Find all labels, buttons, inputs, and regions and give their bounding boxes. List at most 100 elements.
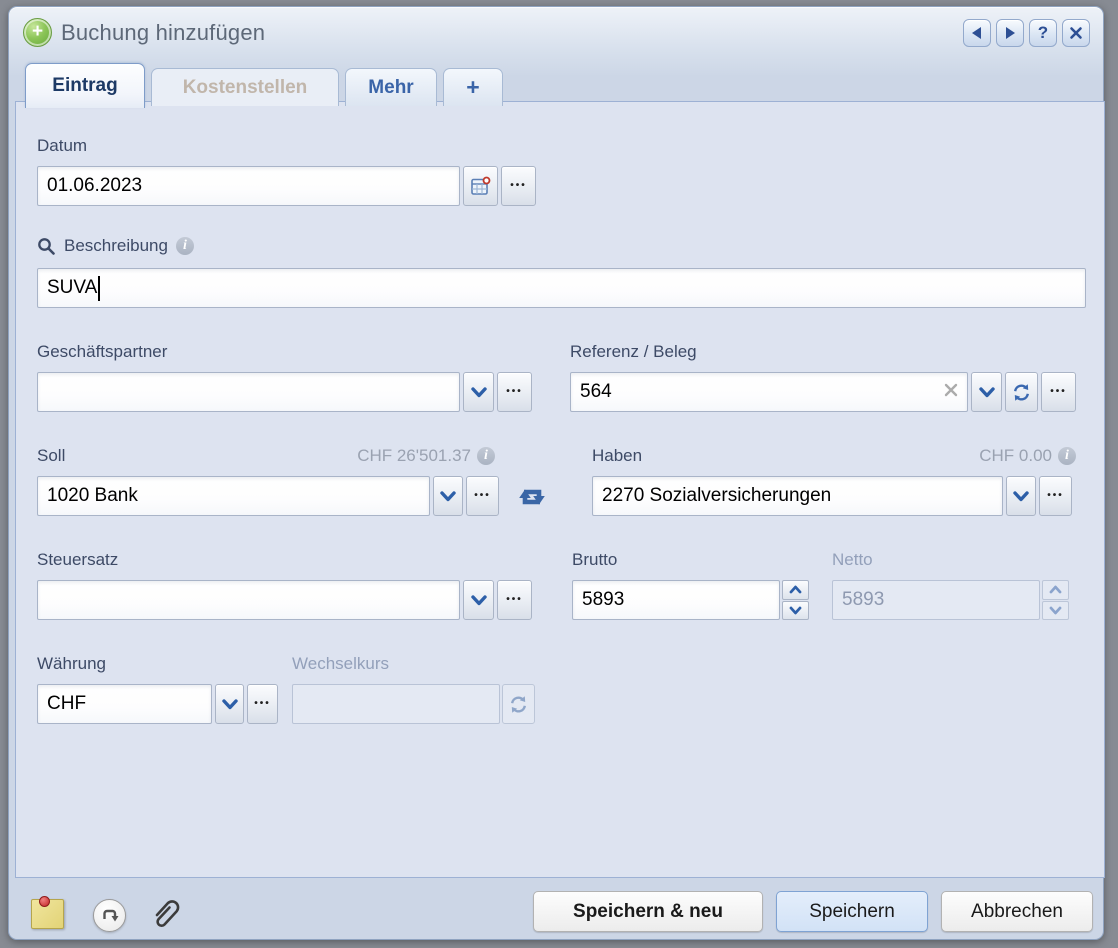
- reference-refresh-button[interactable]: [1005, 372, 1038, 412]
- gross-spinner: [782, 580, 809, 620]
- swap-icon: [516, 483, 548, 511]
- tax-rate-more-button[interactable]: •••: [497, 580, 532, 620]
- help-button[interactable]: ?: [1029, 19, 1057, 47]
- repeat-icon: [100, 907, 119, 924]
- description-label-row: Beschreibung i: [37, 236, 194, 256]
- dialog-title: Buchung hinzufügen: [61, 20, 265, 46]
- date-more-button[interactable]: •••: [501, 166, 536, 206]
- calendar-icon: [470, 176, 491, 197]
- net-label: Netto: [832, 550, 873, 570]
- reference-more-button[interactable]: •••: [1041, 372, 1076, 412]
- net-field-group: [832, 580, 1069, 620]
- tax-rate-label: Steuersatz: [37, 550, 118, 570]
- partner-label: Geschäftspartner: [37, 342, 167, 362]
- search-icon: [37, 237, 56, 256]
- add-note-button[interactable]: [31, 899, 64, 929]
- plus-circle-icon: +: [23, 18, 52, 47]
- save-button[interactable]: Speichern: [776, 891, 928, 932]
- reference-label: Referenz / Beleg: [570, 342, 697, 362]
- swap-accounts-button[interactable]: [516, 483, 548, 511]
- gross-input[interactable]: [572, 580, 780, 620]
- add-booking-dialog: + Buchung hinzufügen ? Eintrag Kostenste…: [8, 6, 1104, 940]
- credit-balance-value: CHF 0.00: [979, 446, 1052, 466]
- info-icon: i: [477, 447, 495, 465]
- credit-account-input[interactable]: [592, 476, 1003, 516]
- tab-bar: Eintrag Kostenstellen Mehr +: [25, 63, 503, 106]
- exchange-rate-field-group: [292, 684, 535, 724]
- recurring-booking-button[interactable]: [93, 899, 126, 932]
- credit-label: Haben: [592, 446, 642, 466]
- info-icon: i: [1058, 447, 1076, 465]
- currency-dropdown-button[interactable]: [215, 684, 244, 724]
- exchange-rate-input: [292, 684, 500, 724]
- description-value: SUVA: [47, 277, 97, 299]
- net-input: [832, 580, 1040, 620]
- chevron-down-icon: [471, 387, 487, 398]
- info-icon: i: [176, 237, 194, 255]
- date-input[interactable]: [37, 166, 460, 206]
- save-and-new-button[interactable]: Speichern & neu: [533, 891, 763, 932]
- tab-eintrag[interactable]: Eintrag: [25, 63, 145, 108]
- partner-dropdown-button[interactable]: [463, 372, 494, 412]
- debit-dropdown-button[interactable]: [433, 476, 463, 516]
- currency-input[interactable]: [37, 684, 212, 724]
- sticky-note-icon: [39, 896, 50, 907]
- clear-x-icon[interactable]: [943, 382, 959, 398]
- credit-more-button[interactable]: •••: [1039, 476, 1072, 516]
- partner-more-button[interactable]: •••: [497, 372, 532, 412]
- spinner-up-icon: [789, 585, 802, 594]
- refresh-icon: [509, 695, 528, 714]
- debit-balance-value: CHF 26'501.37: [357, 446, 471, 466]
- tax-rate-dropdown-button[interactable]: [463, 580, 494, 620]
- debit-more-button[interactable]: •••: [466, 476, 499, 516]
- prev-record-button[interactable]: [963, 19, 991, 47]
- chevron-down-icon: [979, 387, 995, 398]
- currency-more-button[interactable]: •••: [247, 684, 278, 724]
- gross-spinner-up[interactable]: [782, 580, 809, 600]
- debit-account-input[interactable]: [37, 476, 430, 516]
- tab-mehr[interactable]: Mehr: [345, 68, 437, 106]
- currency-label: Währung: [37, 654, 106, 674]
- attach-file-button[interactable]: [149, 895, 183, 933]
- exchange-rate-label: Wechselkurs: [292, 654, 389, 674]
- chevron-down-icon: [1013, 491, 1029, 502]
- window-controls: ?: [963, 19, 1090, 47]
- ellipsis-icon: •••: [510, 181, 527, 191]
- gross-field-group: [572, 580, 809, 620]
- chevron-down-icon: [440, 491, 456, 502]
- arrow-right-icon: [1004, 26, 1016, 40]
- save-label: Speichern: [809, 901, 895, 923]
- tax-rate-input[interactable]: [37, 580, 460, 620]
- cancel-label: Abbrechen: [971, 901, 1063, 923]
- date-picker-button[interactable]: [463, 166, 498, 206]
- cancel-button[interactable]: Abbrechen: [941, 891, 1093, 932]
- spinner-down-icon: [789, 606, 802, 615]
- date-label: Datum: [37, 136, 87, 156]
- chevron-down-icon: [222, 699, 238, 710]
- reference-input-wrap: [570, 372, 968, 412]
- help-icon: ?: [1038, 23, 1048, 43]
- gross-spinner-down[interactable]: [782, 601, 809, 621]
- reference-field-group: •••: [570, 372, 1076, 412]
- paperclip-icon: [149, 895, 183, 933]
- description-input[interactable]: SUVA: [37, 268, 1086, 308]
- reference-dropdown-button[interactable]: [971, 372, 1002, 412]
- exchange-rate-refresh-button: [502, 684, 535, 724]
- tab-eintrag-label: Eintrag: [52, 75, 117, 97]
- credit-label-row: Haben CHF 0.00 i: [592, 446, 1076, 466]
- debit-label-row: Soll CHF 26'501.37 i: [37, 446, 495, 466]
- spinner-up-icon: [1049, 585, 1062, 594]
- partner-input[interactable]: [37, 372, 460, 412]
- arrow-left-icon: [971, 26, 983, 40]
- tab-mehr-label: Mehr: [368, 77, 413, 99]
- reference-input[interactable]: [570, 372, 968, 412]
- close-button[interactable]: [1062, 19, 1090, 47]
- next-record-button[interactable]: [996, 19, 1024, 47]
- tab-kostenstellen: Kostenstellen: [151, 68, 339, 106]
- debit-label: Soll: [37, 446, 65, 466]
- tab-add[interactable]: +: [443, 68, 503, 106]
- chevron-down-icon: [471, 595, 487, 606]
- ellipsis-icon: •••: [1050, 387, 1067, 397]
- credit-dropdown-button[interactable]: [1006, 476, 1036, 516]
- spinner-down-icon: [1049, 606, 1062, 615]
